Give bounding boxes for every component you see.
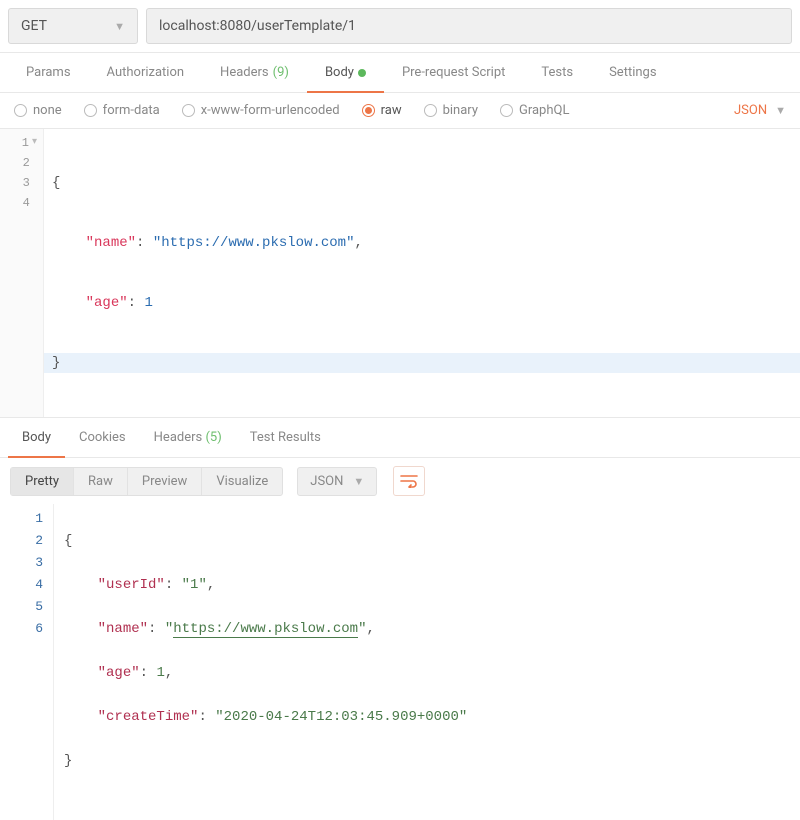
chevron-down-icon: ▼ [775,104,786,117]
http-method-value: GET [21,18,47,34]
response-tab-body[interactable]: Body [8,418,65,457]
line-gutter: 1▾ 2 3 4 [0,129,44,417]
body-type-x-www-form-urlencoded[interactable]: x-www-form-urlencoded [182,103,340,118]
view-mode-preview[interactable]: Preview [128,468,202,495]
response-view-mode-group: Pretty Raw Preview Visualize [10,467,283,496]
view-mode-pretty[interactable]: Pretty [11,468,74,495]
tab-settings[interactable]: Settings [591,53,674,92]
tab-headers[interactable]: Headers (9) [202,53,307,92]
tab-body[interactable]: Body [307,53,384,92]
headers-count: (9) [273,65,289,80]
url-value: localhost:8080/userTemplate/1 [159,18,356,34]
response-tab-headers[interactable]: Headers (5) [140,418,236,457]
radio-selected-icon [362,104,375,117]
response-format-select[interactable]: JSON ▼ [297,467,377,496]
radio-icon [182,104,195,117]
body-type-options: none form-data x-www-form-urlencoded raw… [0,93,800,129]
http-method-select[interactable]: GET ▼ [8,8,138,44]
body-type-graphql[interactable]: GraphQL [500,103,569,118]
response-line-gutter: 123456 [0,504,54,820]
tab-params[interactable]: Params [8,53,89,92]
response-tab-cookies[interactable]: Cookies [65,418,140,457]
fold-icon: ▾ [32,133,37,153]
request-tabs: Params Authorization Headers (9) Body Pr… [0,53,800,93]
response-body-code[interactable]: { "userId": "1", "name": "https://www.pk… [54,504,800,820]
radio-icon [424,104,437,117]
wrap-icon [400,474,418,488]
body-type-form-data[interactable]: form-data [84,103,160,118]
response-headers-count: (5) [205,430,221,445]
body-type-binary[interactable]: binary [424,103,478,118]
view-mode-visualize[interactable]: Visualize [202,468,282,495]
request-bar: GET ▼ localhost:8080/userTemplate/1 [0,0,800,53]
view-mode-raw[interactable]: Raw [74,468,128,495]
request-body-editor[interactable]: 1▾ 2 3 4 { "name": "https://www.pkslow.c… [0,129,800,418]
url-input[interactable]: localhost:8080/userTemplate/1 [146,8,792,44]
chevron-down-icon: ▼ [353,475,364,488]
radio-icon [500,104,513,117]
chevron-down-icon: ▼ [114,20,125,33]
tab-tests[interactable]: Tests [523,53,591,92]
response-tab-test-results[interactable]: Test Results [236,418,335,457]
tab-authorization[interactable]: Authorization [89,53,203,92]
tab-pre-request-script[interactable]: Pre-request Script [384,53,523,92]
body-type-none[interactable]: none [14,103,62,118]
response-toolbar: Pretty Raw Preview Visualize JSON ▼ [0,458,800,504]
radio-icon [14,104,27,117]
line-wrap-toggle[interactable] [393,466,425,496]
response-body-editor: 123456 { "userId": "1", "name": "https:/… [0,504,800,820]
body-type-raw[interactable]: raw [362,103,402,118]
response-tabs: Body Cookies Headers (5) Test Results [0,418,800,458]
body-modified-indicator-icon [358,69,366,77]
response-link[interactable]: https://www.pkslow.com [173,621,358,638]
body-format-select[interactable]: JSON ▼ [734,103,786,118]
request-body-code[interactable]: { "name": "https://www.pkslow.com", "age… [44,129,800,417]
radio-icon [84,104,97,117]
